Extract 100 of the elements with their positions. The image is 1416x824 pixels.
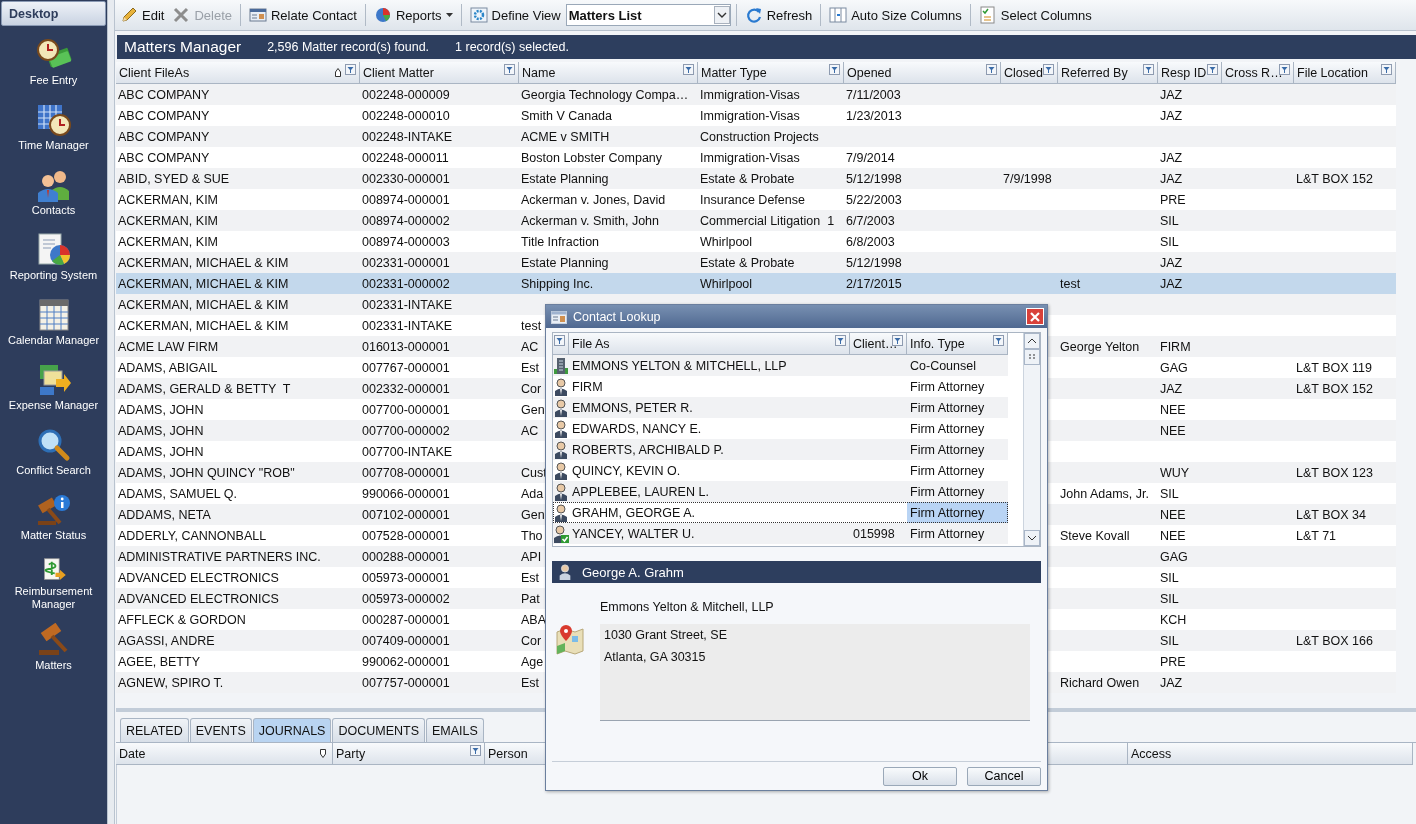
table-cell: 007409-000001 xyxy=(362,633,450,648)
table-cell: 002248-000010 xyxy=(362,108,450,123)
table-cell: ACKERMAN, MICHAEL & KIM xyxy=(118,276,289,291)
table-cell: ADAMS, GERALD & BETTY T xyxy=(118,381,291,396)
table-cell: PRE xyxy=(1160,192,1186,207)
table-cell-text: ROBERTS, ARCHIBALD P. xyxy=(571,442,725,457)
table-cell: FIRM xyxy=(1160,339,1191,354)
table-cell: 007700-000001 xyxy=(362,402,450,417)
table-cell: Ada xyxy=(521,486,544,501)
table-cell: 002248-000011 xyxy=(362,150,449,165)
table-cell: Cor xyxy=(521,633,542,648)
table-cell: Immigration-Visas xyxy=(700,108,800,123)
table-cell-text: Firm Attorney xyxy=(909,442,986,457)
table-cell: Richard Owen xyxy=(1060,675,1140,690)
table-cell: Cor xyxy=(521,381,542,396)
table-cell: Smith V Canada xyxy=(521,108,613,123)
table-cell: 002331-INTAKE xyxy=(362,297,453,312)
table-cell: 007767-000001 xyxy=(362,360,450,375)
table-cell: 990062-000001 xyxy=(362,654,450,669)
table-cell: Tho xyxy=(521,528,543,543)
table-cell: NEE xyxy=(1160,402,1186,417)
table-cell: ADAMS, JOHN xyxy=(118,444,204,459)
table-cell: L&T BOX 119 xyxy=(1296,360,1372,375)
table-cell: SIL xyxy=(1160,213,1179,228)
table-cell: L&T BOX 34 xyxy=(1296,507,1366,522)
table-cell: 002332-000001 xyxy=(362,381,450,396)
table-cell: Steve Kovall xyxy=(1060,528,1130,543)
table-cell: 6/7/2003 xyxy=(846,213,895,228)
table-cell: 008974-000001 xyxy=(362,192,450,207)
record-count: 2,596 Matter record(s) found. xyxy=(267,40,430,54)
table-cell: AGNEW, SPIRO T. xyxy=(118,675,224,690)
table-cell: JAZ xyxy=(1160,276,1183,291)
table-cell-text: Firm Attorney xyxy=(909,505,986,520)
table-cell: 000287-000001 xyxy=(362,612,450,627)
table-cell: Insurance Defense xyxy=(700,192,805,207)
table-cell: SIL xyxy=(1160,633,1179,648)
table-cell: JAZ xyxy=(1160,255,1183,270)
table-cell: Whirlpool xyxy=(700,234,753,249)
table-cell: Shipping Inc. xyxy=(521,276,594,291)
table-cell-text: APPLEBEE, LAUREN L. xyxy=(571,484,710,499)
table-cell: 000288-000001 xyxy=(362,549,450,564)
table-cell: ACME v SMITH xyxy=(521,129,610,144)
table-cell: 005973-000002 xyxy=(362,591,450,606)
table-cell: Gen xyxy=(521,402,545,417)
table-cell-text: Firm Attorney xyxy=(909,421,986,436)
table-cell: SIL xyxy=(1160,591,1179,606)
table-cell: API xyxy=(521,549,542,564)
table-cell-text: Firm Attorney xyxy=(909,526,986,541)
table-cell-text: EMMONS YELTON & MITCHELL, LLP xyxy=(571,358,788,373)
table-cell: L&T BOX 166 xyxy=(1296,633,1373,648)
table-cell: John Adams, Jr. xyxy=(1060,486,1149,501)
dialog-title: Contact Lookup xyxy=(573,309,662,324)
table-cell: 002248-000009 xyxy=(362,87,450,102)
table-cell-text: Firm Attorney xyxy=(909,400,986,415)
table-cell: L&T BOX 152 xyxy=(1296,381,1373,396)
table-cell: L&T BOX 152 xyxy=(1296,171,1373,186)
table-cell: GAG xyxy=(1160,549,1188,564)
table-cell-text: EMMONS, PETER R. xyxy=(571,400,694,415)
table-cell: ADAMS, JOHN xyxy=(118,423,204,438)
table-cell-text: 015998 xyxy=(852,526,896,541)
table-cell-text: GRAHM, GEORGE A. xyxy=(571,505,696,520)
table-cell: KCH xyxy=(1160,612,1187,627)
table-cell: ADAMS, JOHN xyxy=(118,402,204,417)
table-cell: SIL xyxy=(1160,570,1179,585)
table-cell: SIL xyxy=(1160,234,1179,249)
table-cell: ABID, SYED & SUE xyxy=(118,171,230,186)
table-cell: Est xyxy=(521,570,540,585)
table-cell: AGASSI, ANDRE xyxy=(118,633,215,648)
table-cell: ACKERMAN, MICHAEL & KIM xyxy=(118,318,289,333)
table-cell: 5/22/2003 xyxy=(846,192,902,207)
table-cell-text: Firm Attorney xyxy=(909,484,986,499)
table-cell: L&T BOX 123 xyxy=(1296,465,1373,480)
table-cell: Whirlpool xyxy=(700,276,753,291)
table-cell: Estate & Probate xyxy=(700,171,795,186)
table-cell: ACKERMAN, KIM xyxy=(118,234,218,249)
table-cell: Est xyxy=(521,360,540,375)
table-cell: AC xyxy=(521,339,539,354)
table-cell: 008974-000002 xyxy=(362,213,450,228)
company-name: Emmons Yelton & Mitchell, LLP xyxy=(600,600,775,614)
contact-name: George A. Grahm xyxy=(582,564,684,580)
table-cell: test xyxy=(521,318,542,333)
table-cell: Estate & Probate xyxy=(700,255,795,270)
table-cell: Age xyxy=(521,654,544,669)
table-cell: AC xyxy=(521,423,539,438)
table-cell: JAZ xyxy=(1160,381,1183,396)
table-cell: ABC COMPANY xyxy=(118,108,210,123)
table-cell: Boston Lobster Company xyxy=(521,150,663,165)
table-cell: Immigration-Visas xyxy=(700,150,800,165)
table-cell: JAZ xyxy=(1160,87,1183,102)
table-cell-text: YANCEY, WALTER U. xyxy=(571,526,696,541)
table-cell: ACKERMAN, MICHAEL & KIM xyxy=(118,255,289,270)
table-cell: 7/11/2003 xyxy=(846,87,901,102)
table-cell: WUY xyxy=(1160,465,1190,480)
table-cell: 007528-000001 xyxy=(362,528,450,543)
table-cell: Georgia Technology Compa… xyxy=(521,87,689,102)
table-cell: 002331-000001 xyxy=(362,255,450,270)
table-cell: ADAMS, ABIGAIL xyxy=(118,360,218,375)
table-cell: 007700-000002 xyxy=(362,423,450,438)
address-line: Atlanta, GA 30315 xyxy=(604,650,707,664)
table-cell: Immigration-Visas xyxy=(700,87,800,102)
